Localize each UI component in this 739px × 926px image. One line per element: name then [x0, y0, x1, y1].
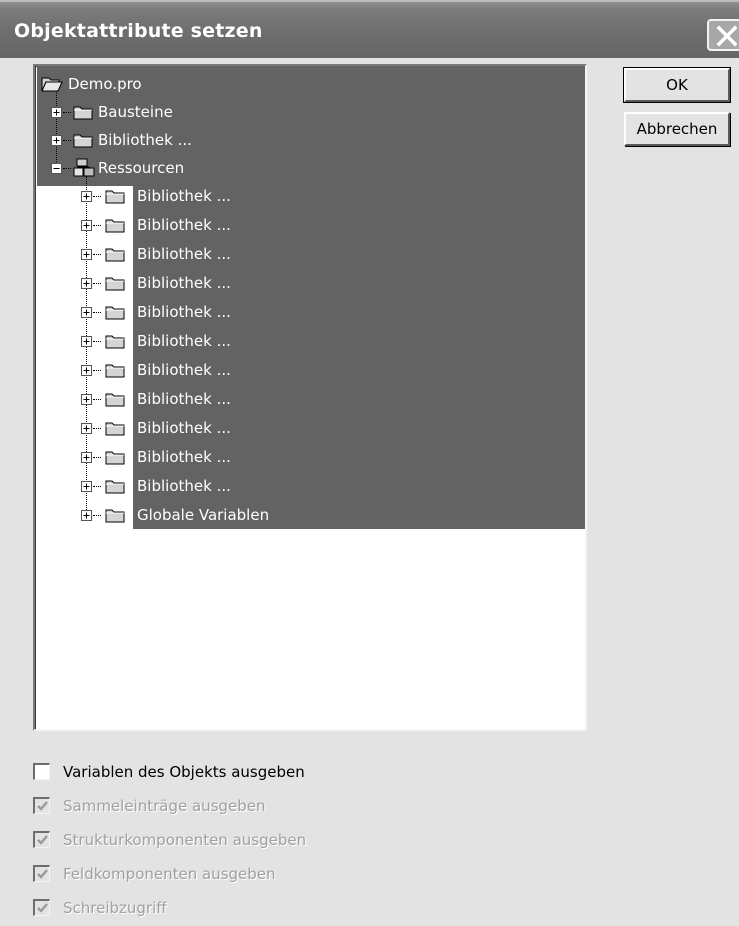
expand-plus-icon[interactable] [81, 365, 92, 376]
expand-plus-icon[interactable] [81, 336, 92, 347]
close-button[interactable] [707, 19, 739, 51]
tree-label-child: Bibliothek ... [137, 303, 231, 321]
tree-label-child: Bibliothek ... [137, 390, 231, 408]
expand-plus-icon[interactable] [81, 481, 92, 492]
tree-node-library-0[interactable]: Bibliothek ... [35, 182, 535, 210]
title-bar[interactable]: Objektattribute setzen [0, 0, 739, 58]
close-icon [716, 25, 738, 47]
tree-node-library-6[interactable]: Bibliothek ... [35, 356, 535, 384]
tree-node-library-2[interactable]: Bibliothek ... [35, 240, 535, 268]
collapse-minus-icon[interactable] [51, 163, 62, 174]
tree-node-root[interactable]: Demo.pro [35, 70, 335, 98]
expand-plus-icon[interactable] [81, 220, 92, 231]
tree-label-child: Bibliothek ... [137, 216, 231, 234]
tree-label-child: Bibliothek ... [137, 332, 231, 350]
cancel-button[interactable]: Abbrechen [624, 112, 730, 146]
expand-plus-icon[interactable] [51, 135, 62, 146]
folder-icon [105, 335, 125, 349]
tree-label-root: Demo.pro [68, 75, 142, 93]
folder-icon [105, 509, 125, 523]
folder-icon [105, 364, 125, 378]
tree-node-library-11[interactable]: Globale Variablen [35, 501, 535, 529]
option-checkbox [33, 899, 50, 916]
folder-icon [105, 480, 125, 494]
tree-node-bibliothek[interactable]: Bibliothek ... [35, 126, 335, 154]
tree-label-child: Bibliothek ... [137, 187, 231, 205]
option-checkbox [33, 831, 50, 848]
tree-node-ressourcen[interactable]: Ressourcen [35, 154, 335, 182]
folder-icon [105, 393, 125, 407]
expand-plus-icon[interactable] [51, 107, 62, 118]
resources-icon [73, 158, 95, 177]
tree-label-child: Bibliothek ... [137, 361, 231, 379]
folder-icon [105, 277, 125, 291]
tree-node-library-4[interactable]: Bibliothek ... [35, 298, 535, 326]
tree-node-bausteine[interactable]: Bausteine [35, 98, 335, 126]
expand-plus-icon[interactable] [81, 191, 92, 202]
tree-label-child: Bibliothek ... [137, 274, 231, 292]
tree-node-library-8[interactable]: Bibliothek ... [35, 414, 535, 442]
expand-plus-icon[interactable] [81, 278, 92, 289]
folder-icon [73, 134, 93, 148]
folder-icon [105, 248, 125, 262]
checkmark-icon [37, 869, 48, 879]
tree-label-ressourcen: Ressourcen [98, 159, 185, 177]
checkmark-icon [37, 835, 48, 845]
expand-plus-icon[interactable] [81, 394, 92, 405]
option-label: Schreibzugriff [63, 899, 167, 917]
tree-node-library-9[interactable]: Bibliothek ... [35, 443, 535, 471]
tree-label-child: Bibliothek ... [137, 245, 231, 263]
folder-icon [105, 190, 125, 204]
tree-node-library-7[interactable]: Bibliothek ... [35, 385, 535, 413]
folder-icon [73, 106, 93, 120]
expand-plus-icon[interactable] [81, 452, 92, 463]
option-label: Sammeleinträge ausgeben [63, 797, 266, 815]
open-folder-icon [41, 77, 63, 92]
expand-plus-icon[interactable] [81, 249, 92, 260]
option-checkbox [33, 797, 50, 814]
tree-label-child: Bibliothek ... [137, 477, 231, 495]
option-label: Feldkomponenten ausgeben [63, 865, 276, 883]
tree-node-library-10[interactable]: Bibliothek ... [35, 472, 535, 500]
ok-button[interactable]: OK [623, 67, 731, 103]
expand-plus-icon[interactable] [81, 307, 92, 318]
option-checkbox[interactable] [33, 763, 50, 780]
folder-icon [105, 422, 125, 436]
expand-plus-icon[interactable] [81, 423, 92, 434]
tree-node-library-5[interactable]: Bibliothek ... [35, 327, 535, 355]
tree-label-child: Bibliothek ... [137, 448, 231, 466]
tree-label-bibliothek: Bibliothek ... [98, 131, 192, 149]
option-checkbox [33, 865, 50, 882]
folder-icon [105, 306, 125, 320]
checkmark-icon [37, 801, 48, 811]
checkmark-icon [37, 903, 48, 913]
option-label: Variablen des Objekts ausgeben [63, 763, 305, 781]
tree-node-library-3[interactable]: Bibliothek ... [35, 269, 535, 297]
expand-plus-icon[interactable] [81, 510, 92, 521]
folder-icon [105, 219, 125, 233]
tree-label-child: Bibliothek ... [137, 419, 231, 437]
window-title: Objektattribute setzen [14, 20, 263, 42]
object-tree[interactable]: Demo.pro Bausteine Bibliothek ... Ressou… [33, 64, 587, 731]
option-label: Strukturkomponenten ausgeben [63, 831, 307, 849]
tree-label-child: Globale Variablen [137, 506, 270, 524]
tree-node-library-1[interactable]: Bibliothek ... [35, 211, 535, 239]
folder-icon [105, 451, 125, 465]
tree-label-bausteine: Bausteine [98, 103, 173, 121]
